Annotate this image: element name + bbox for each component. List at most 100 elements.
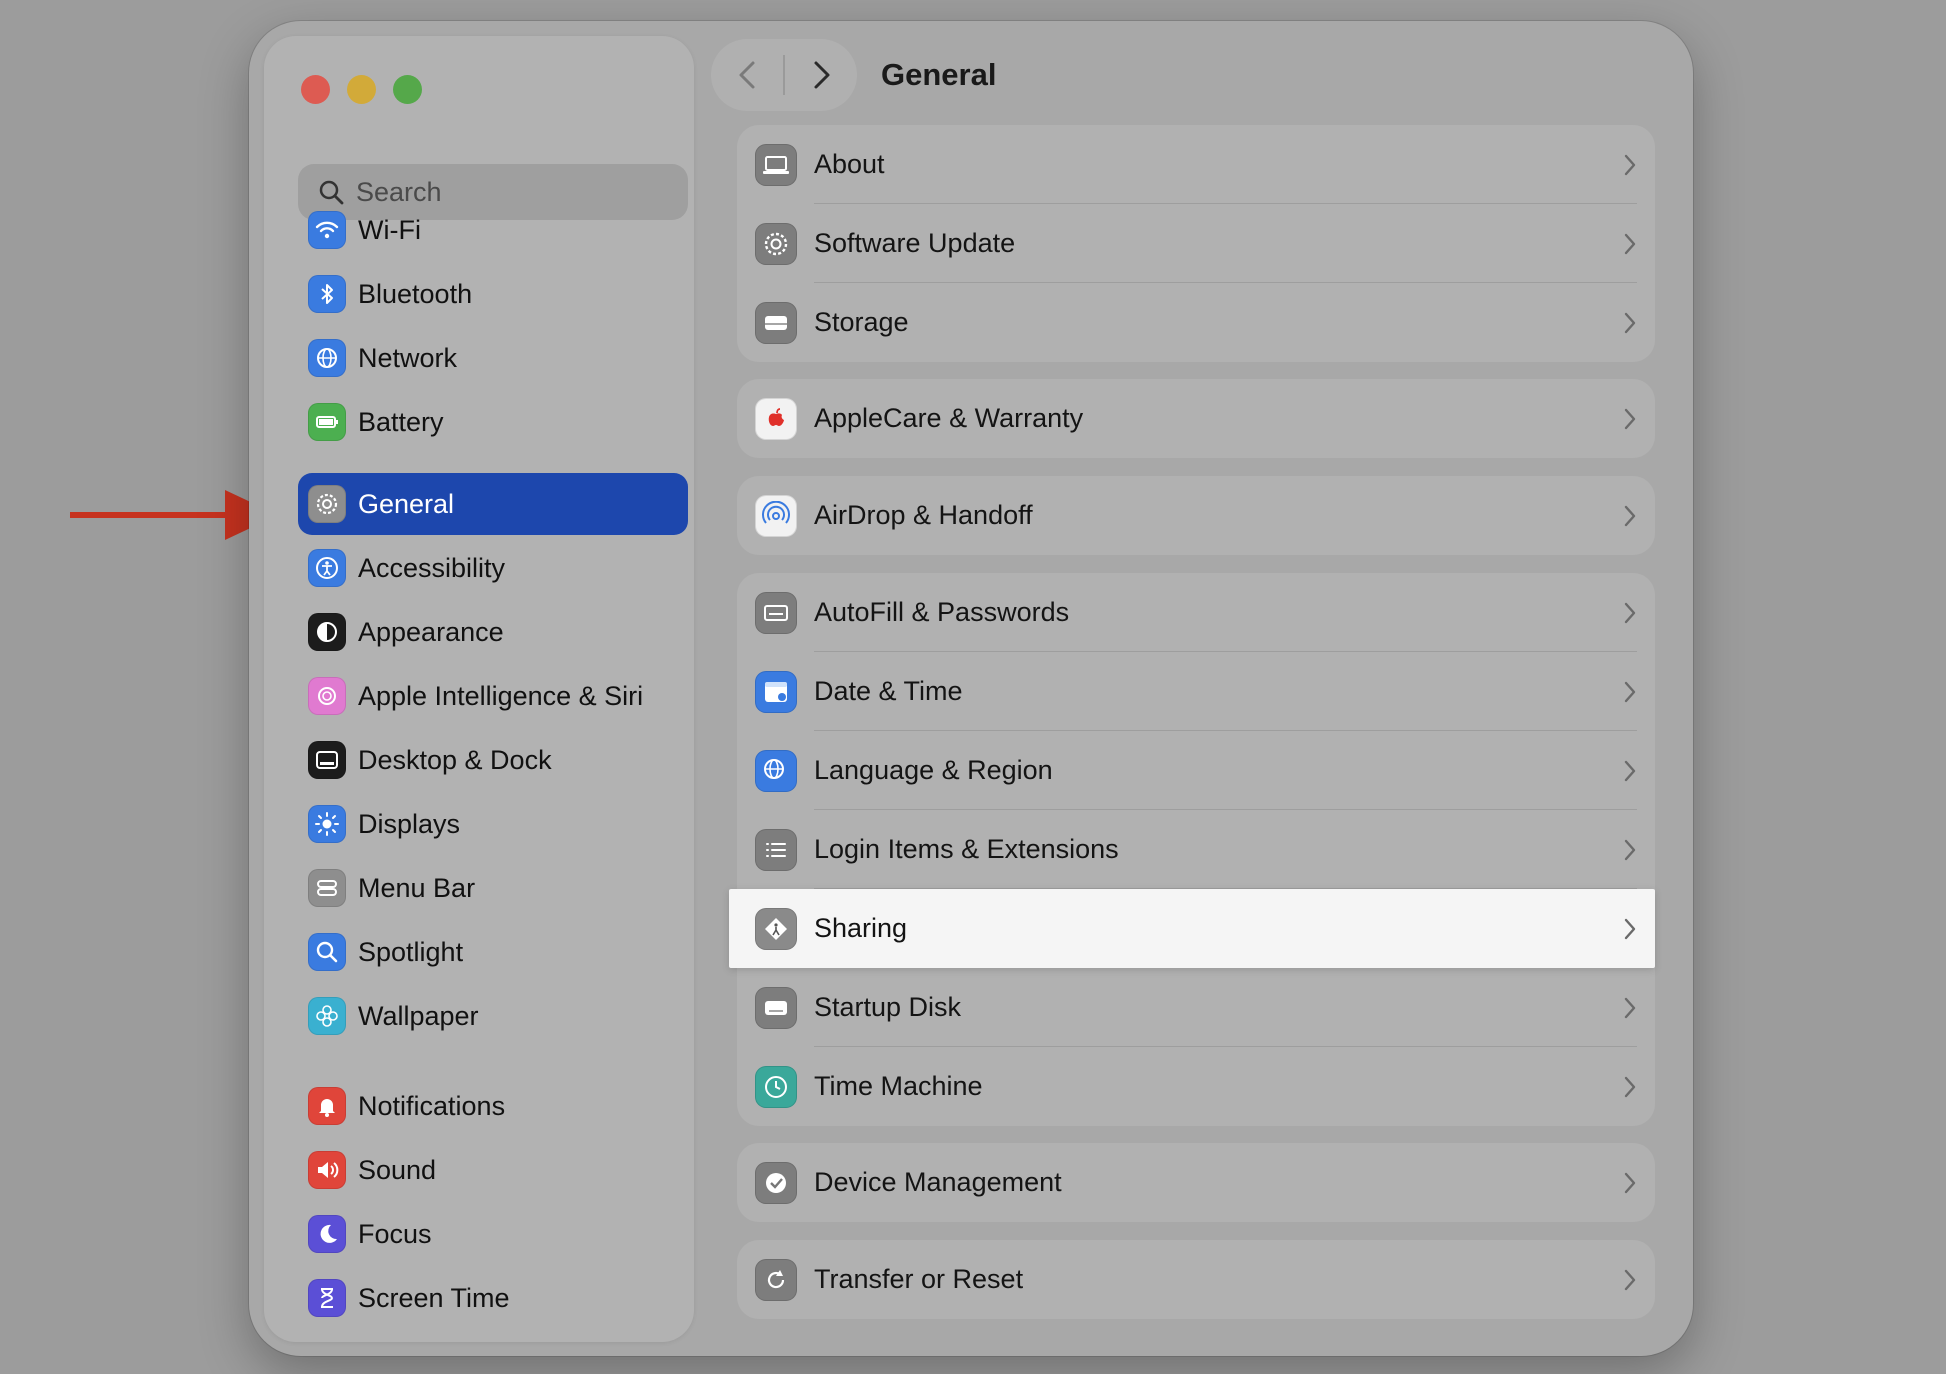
settings-group: AutoFill & Passwords Date & Time Language … [729,573,1655,1126]
settings-row-label: AutoFill & Passwords [814,597,1070,627]
battery-icon [308,403,346,441]
laptop-icon [755,143,797,186]
sidebar-item-spotlight[interactable]: Spotlight [298,921,688,983]
settings-row-autofill-passwords[interactable]: AutoFill & Passwords [737,573,1655,652]
settings-row-software-update[interactable]: Software Update [737,204,1655,283]
siri-icon [308,677,346,715]
gear-icon [308,485,346,523]
sidebar-item-menu-bar[interactable]: Menu Bar [298,857,688,919]
settings-row-device-management[interactable]: Device Management [737,1143,1655,1222]
dock-icon [308,741,346,779]
chevron-right-icon [1624,839,1636,860]
hourglass-icon [308,1279,346,1317]
chevron-right-icon [1624,681,1636,702]
globe-icon [308,339,346,377]
drive-icon [755,301,797,344]
minimize-button[interactable] [347,75,376,104]
settings-row-label: Sharing [814,913,908,943]
settings-row-airdrop-handoff[interactable]: AirDrop & Handoff [737,476,1655,555]
sidebar-item-label: Bluetooth [358,278,473,309]
sidebar-item-notifications[interactable]: Notifications [298,1075,688,1137]
settings-row-label: About [814,149,885,179]
sidebar-item-label: Desktop & Dock [358,744,552,775]
sidebar-item-general[interactable]: General [298,473,688,535]
sidebar-item-label: Accessibility [358,552,506,583]
settings-group: About Software Update Storage [737,125,1655,362]
sidebar-item-appearance[interactable]: Appearance [298,601,688,663]
chevron-right-icon [814,61,829,89]
back-button[interactable] [711,39,784,111]
settings-row-storage[interactable]: Storage [737,283,1655,362]
sidebar-item-screen-time[interactable]: Screen Time [298,1267,688,1329]
sidebar-item-displays[interactable]: Displays [298,793,688,855]
settings-row-transfer-or-reset[interactable]: Transfer or Reset [737,1240,1655,1319]
apple-icon [755,397,797,440]
sidebar-item-label: Sound [358,1154,437,1185]
chevron-right-icon [1624,505,1636,526]
sun-icon [308,805,346,843]
settings-row-label: Software Update [814,228,1016,258]
list-icon [755,828,797,871]
accessibility-icon [308,549,346,587]
chevron-right-icon [1624,408,1636,429]
sidebar-item-battery[interactable]: Battery [298,391,688,453]
settings-row-label: Login Items & Extensions [814,834,1119,864]
sidebar-item-wi-fi[interactable]: Wi-Fi [298,199,688,261]
disk-icon [755,986,797,1029]
sidebar-item-bluetooth[interactable]: Bluetooth [298,263,688,325]
settings-row-about[interactable]: About [737,125,1655,204]
sidebar-item-wallpaper[interactable]: Wallpaper [298,985,688,1047]
chevron-right-icon [1624,918,1636,939]
calendar-icon [755,670,797,713]
chevron-right-icon [1624,1076,1636,1097]
sidebar-item-focus[interactable]: Focus [298,1203,688,1265]
sidebar-item-label: Screen Time [358,1282,510,1313]
forward-button[interactable] [784,39,857,111]
sidebar-item-label: Notifications [358,1090,506,1121]
settings-row-label: Device Management [814,1167,1062,1197]
settings-row-time-machine[interactable]: Time Machine [737,1047,1655,1126]
settings-row-label: AppleCare & Warranty [814,403,1084,433]
settings-group: Device Management [737,1143,1655,1222]
sidebar: Search Wi-Fi Bluetooth Network Battery Gener… [264,36,694,1342]
sidebar-item-label: Displays [358,808,461,839]
keyboard-icon [755,591,797,634]
flower-icon [308,997,346,1035]
airdrop-icon [755,494,797,537]
sharing-icon [755,907,797,950]
settings-row-startup-disk[interactable]: Startup Disk [737,968,1655,1047]
close-button[interactable] [301,75,330,104]
settings-row-language-region[interactable]: Language & Region [737,731,1655,810]
speaker-icon [308,1151,346,1189]
zoom-button[interactable] [393,75,422,104]
sidebar-item-label: Apple Intelligence & Siri [358,680,644,711]
appearance-icon [308,613,346,651]
magnifier-icon [308,933,346,971]
gear-badge-icon [755,222,797,265]
reset-icon [755,1258,797,1301]
settings-row-label: Time Machine [814,1071,983,1101]
settings-row-date-time[interactable]: Date & Time [737,652,1655,731]
settings-row-label: Language & Region [814,755,1053,785]
moon-icon [308,1215,346,1253]
sidebar-item-accessibility[interactable]: Accessibility [298,537,688,599]
chevron-right-icon [1624,233,1636,254]
sidebar-item-apple-intelligence-siri[interactable]: Apple Intelligence & Siri [298,665,688,727]
sidebar-item-label: Menu Bar [358,872,476,903]
sidebar-item-label: Focus [358,1218,432,1249]
settings-group: AirDrop & Handoff [737,476,1655,555]
sidebar-item-desktop-dock[interactable]: Desktop & Dock [298,729,688,791]
settings-window: Search Wi-Fi Bluetooth Network Battery Gener… [249,21,1693,1356]
settings-row-applecare-warranty[interactable]: AppleCare & Warranty [737,379,1655,458]
bluetooth-icon [308,275,346,313]
settings-row-login-items-extensions[interactable]: Login Items & Extensions [737,810,1655,889]
sidebar-item-label: Network [358,342,458,373]
bell-icon [308,1087,346,1125]
chevron-right-icon [1624,154,1636,175]
settings-row-sharing[interactable]: Sharing [729,889,1655,968]
chevron-right-icon [1624,1172,1636,1193]
sidebar-item-network[interactable]: Network [298,327,688,389]
sidebar-item-sound[interactable]: Sound [298,1139,688,1201]
sidebar-item-label: Battery [358,406,444,437]
sidebar-item-label: Spotlight [358,936,464,967]
